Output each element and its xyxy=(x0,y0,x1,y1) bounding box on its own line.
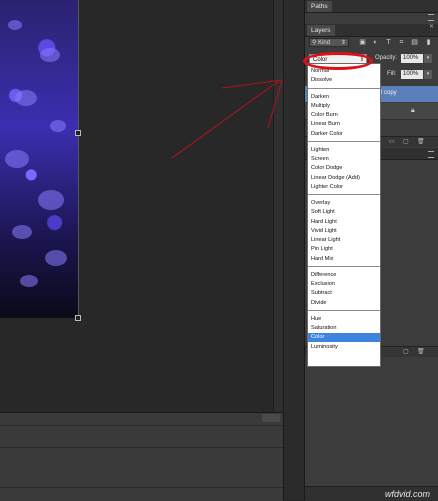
blend-menu-item[interactable]: Color xyxy=(308,333,380,343)
trash-icon[interactable]: 🗑︎ xyxy=(417,348,425,355)
fill-label: Fill: xyxy=(387,71,397,77)
layer-name: l copy xyxy=(381,90,397,96)
menu-separator xyxy=(308,309,380,311)
annotation-circle xyxy=(303,52,373,70)
blend-menu-item[interactable]: Divide xyxy=(308,299,380,308)
blend-menu-item[interactable]: Linear Dodge (Add) xyxy=(308,174,380,183)
lock-icon: 🔒︎ xyxy=(411,107,415,114)
blend-mode-menu: Normal Dissolve Darken Multiply Color Burn Li… xyxy=(307,63,381,367)
blend-menu-item[interactable]: Difference xyxy=(308,271,380,280)
fill-slider-button[interactable]: ▾ xyxy=(424,70,432,79)
blend-menu-item[interactable]: Lighter Color xyxy=(308,183,380,192)
panel-menu-icon[interactable] xyxy=(428,14,434,21)
kind-search-icon: ⚲ xyxy=(312,40,317,46)
kind-filter-label: Kind xyxy=(318,40,331,46)
blend-menu-item[interactable]: Color Dodge xyxy=(308,164,380,173)
blend-menu-item[interactable]: Vivid Light xyxy=(308,227,380,236)
blend-menu-item[interactable]: Dissolve xyxy=(308,76,380,85)
timeline-panel xyxy=(0,412,283,501)
close-icon[interactable]: ✕ xyxy=(429,23,434,30)
blue-tree-photo[interactable] xyxy=(0,0,79,318)
tab-layers[interactable]: Layers xyxy=(307,25,335,36)
filter-toggle-icon[interactable]: ▮ xyxy=(425,39,432,46)
tab-paths[interactable]: Paths xyxy=(307,1,332,12)
opacity-label: Opacity: xyxy=(375,55,398,61)
fill-field[interactable]: 100% xyxy=(401,70,423,79)
transform-handle-bottom[interactable] xyxy=(75,315,81,321)
panel-collapse-button[interactable] xyxy=(262,414,280,422)
document-canvas[interactable] xyxy=(0,0,284,412)
trash-icon[interactable]: 🗑︎ xyxy=(417,138,425,145)
blend-menu-item[interactable]: Overlay xyxy=(308,199,380,208)
blend-menu-item[interactable]: Saturation xyxy=(308,324,380,333)
blend-menu-item[interactable]: Hue xyxy=(308,315,380,324)
type-filter-icon[interactable]: T xyxy=(385,39,392,46)
menu-separator xyxy=(308,87,380,89)
blend-menu-item[interactable]: Color Burn xyxy=(308,111,380,120)
panel-menu-icon[interactable] xyxy=(428,151,434,158)
adjustment-filter-icon[interactable]: ◐ xyxy=(372,39,379,46)
blend-menu-item[interactable]: Subtract xyxy=(308,289,380,298)
blend-menu-item[interactable]: Hard Mix xyxy=(308,255,380,264)
layers-filter-bar: ⚲ Kind ⇕ ▣ ◐ T ⌗ ▤ ▮ xyxy=(305,36,438,50)
panel-divider xyxy=(0,447,283,448)
blend-menu-item[interactable]: Lighten xyxy=(308,146,380,155)
menu-separator xyxy=(308,194,380,195)
menu-separator xyxy=(308,265,380,267)
blend-menu-item[interactable]: Pin Light xyxy=(308,245,380,254)
opacity-field[interactable]: 100% xyxy=(401,54,423,63)
blend-menu-item[interactable]: Darken xyxy=(308,93,380,102)
opacity-slider-button[interactable]: ▾ xyxy=(424,54,432,63)
new-group-icon[interactable]: ▭ xyxy=(389,138,395,145)
new-layer-icon[interactable]: ▢ xyxy=(403,138,409,145)
menu-separator xyxy=(308,140,380,142)
pixel-filter-icon[interactable]: ▣ xyxy=(359,39,366,46)
kind-filter-select[interactable]: ⚲ Kind ⇕ xyxy=(309,38,349,47)
blend-menu-item[interactable]: Screen xyxy=(308,155,380,164)
shape-filter-icon[interactable]: ⌗ xyxy=(398,39,405,46)
blend-menu-item[interactable]: Darker Color xyxy=(308,130,380,139)
chevron-down-icon: ⇕ xyxy=(340,40,346,46)
blend-menu-item[interactable]: Linear Burn xyxy=(308,120,380,129)
blend-menu-item[interactable]: Hard Light xyxy=(308,218,380,227)
blend-menu-item[interactable]: Linear Light xyxy=(308,236,380,245)
smart-object-filter-icon[interactable]: ▤ xyxy=(411,39,418,46)
watermark: wfdvid.com xyxy=(384,489,430,499)
paths-tabbar: Paths xyxy=(305,0,438,21)
blend-menu-item[interactable]: Multiply xyxy=(308,102,380,111)
new-item-icon[interactable]: ▢ xyxy=(403,348,409,355)
dock-divider[interactable] xyxy=(283,0,305,500)
dock-bottom-bar: wfdvid.com xyxy=(305,486,438,501)
blend-menu-item[interactable]: Luminosity xyxy=(308,343,380,352)
blend-menu-item[interactable]: Soft Light xyxy=(308,208,380,217)
blend-menu-item[interactable]: Exclusion xyxy=(308,280,380,289)
panel-divider xyxy=(0,425,283,426)
transform-handle-top[interactable] xyxy=(75,130,81,136)
panel-divider xyxy=(0,487,283,488)
